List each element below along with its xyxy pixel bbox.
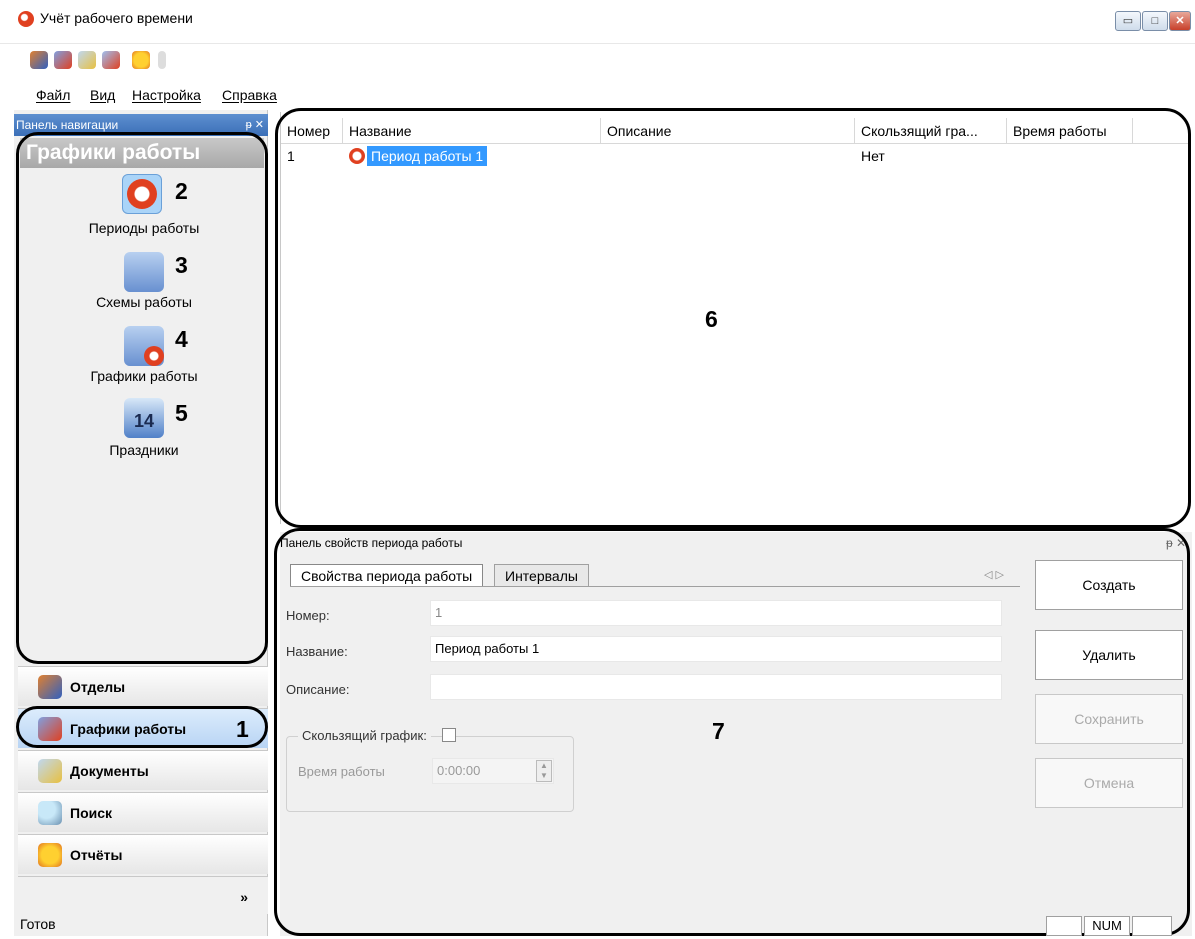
callout-6: 6	[705, 306, 718, 332]
col-name[interactable]: Название	[343, 118, 601, 144]
nav-item-work-periods[interactable]: Периоды работы	[54, 220, 234, 236]
holiday-calendar-icon[interactable]: 14	[124, 398, 164, 438]
pin-close-icon[interactable]: ᵽ ✕	[1166, 536, 1186, 550]
save-button[interactable]: Сохранить	[1035, 694, 1183, 744]
nav-button-departments[interactable]: Отделы	[18, 666, 268, 706]
callout-2: 2	[175, 178, 188, 204]
tab-intervals[interactable]: Интервалы	[494, 564, 589, 586]
name-label: Название:	[286, 644, 348, 659]
properties-panel-title: Панель свойств периода работы	[280, 536, 463, 550]
status-num-indicator: NUM	[1084, 916, 1130, 936]
menu-view[interactable]: Вид	[90, 87, 115, 103]
toolbar	[18, 45, 218, 77]
nav-button-reports[interactable]: Отчёты	[18, 834, 268, 874]
minimize-button[interactable]: ▭	[1115, 11, 1141, 31]
report-icon	[38, 843, 62, 867]
spinner-arrows-icon[interactable]: ▲ ▼	[536, 760, 552, 782]
col-worktime[interactable]: Время работы	[1007, 118, 1133, 144]
nav-item-work-schedules[interactable]: Графики работы	[54, 368, 234, 384]
sliding-checkbox[interactable]	[442, 728, 456, 742]
nav-button-search[interactable]: Поиск	[18, 792, 268, 832]
menu-settings[interactable]: Настройка	[132, 87, 201, 103]
nav-overflow[interactable]: »	[18, 876, 268, 914]
status-cell-empty	[1132, 916, 1172, 936]
callout-outline-grid	[275, 108, 1191, 528]
nav-item-work-schemes[interactable]: Схемы работы	[54, 294, 234, 310]
description-label: Описание:	[286, 682, 350, 697]
calendar-icon[interactable]	[124, 252, 164, 292]
status-cell-empty	[1046, 916, 1082, 936]
nav-panel-header: Панель навигации ᵽ ✕	[14, 114, 268, 136]
overflow-icon[interactable]	[158, 51, 166, 69]
data-grid: Номер Название Описание Скользящий гра..…	[275, 108, 1191, 528]
users-icon[interactable]	[30, 51, 48, 69]
calendar-clock-icon	[38, 717, 62, 741]
sliding-label: Скользящий график:	[298, 728, 431, 743]
grid-header: Номер Название Описание Скользящий гра..…	[281, 112, 1189, 144]
callout-4: 4	[175, 326, 188, 352]
cell-sliding: Нет	[861, 148, 885, 164]
tab-period-properties[interactable]: Свойства периода работы	[290, 564, 484, 586]
nav-button-label: Графики работы	[70, 721, 187, 737]
calendar-clock-icon[interactable]	[124, 326, 164, 366]
tab-scroll-arrows[interactable]: ◁ ▷	[984, 568, 1004, 581]
menu-help[interactable]: Справка	[222, 87, 277, 103]
cell-name[interactable]: Период работы 1	[367, 146, 488, 166]
nav-button-label: Поиск	[70, 805, 113, 821]
col-sliding[interactable]: Скользящий гра...	[855, 118, 1007, 144]
number-field[interactable]: 1	[430, 600, 1002, 626]
menu-file[interactable]: Файл	[36, 87, 70, 103]
tab-divider	[290, 586, 1020, 587]
navigation-panel: Панель навигации ᵽ ✕ Графики работы 2 Пе…	[14, 110, 268, 936]
nav-button-label: Отчёты	[70, 847, 123, 863]
worktime-label: Время работы	[298, 764, 385, 779]
nav-panel-title: Панель навигации	[16, 118, 119, 132]
description-field[interactable]	[430, 674, 1002, 700]
pin-close-icon[interactable]: ᵽ ✕	[246, 114, 264, 136]
cancel-button[interactable]: Отмена	[1035, 758, 1183, 808]
app-clock-icon	[18, 11, 34, 27]
properties-panel: Панель свойств периода работы ᵽ ✕ Свойст…	[274, 528, 1192, 936]
status-text: Готов	[20, 916, 56, 932]
document-icon[interactable]	[78, 51, 96, 69]
col-description[interactable]: Описание	[601, 118, 855, 144]
window-title: Учёт рабочего времени	[40, 10, 193, 26]
callout-1: 1	[236, 716, 249, 742]
number-label: Номер:	[286, 608, 330, 623]
title-bar: Учёт рабочего времени ▭ □ ✕	[0, 0, 1195, 44]
nav-button-label: Отделы	[70, 679, 126, 695]
search-icon	[38, 801, 62, 825]
clock-icon[interactable]	[122, 174, 162, 214]
menu-bar: Файл Вид Настройка Справка	[0, 80, 1195, 108]
cell-number: 1	[287, 148, 295, 164]
nav-button-label: Документы	[70, 763, 149, 779]
report-icon[interactable]	[132, 51, 150, 69]
callout-7: 7	[712, 718, 725, 744]
name-field[interactable]: Период работы 1	[430, 636, 1002, 662]
users-icon	[38, 675, 62, 699]
chevron-more-icon[interactable]: »	[240, 877, 248, 917]
delete-button[interactable]: Удалить	[1035, 630, 1183, 680]
document-icon	[38, 759, 62, 783]
nav-button-work-schedules[interactable]: Графики работы 1	[18, 708, 268, 748]
clock-icon	[349, 148, 365, 164]
close-button[interactable]: ✕	[1169, 11, 1191, 31]
holiday-icon[interactable]	[102, 51, 120, 69]
col-number[interactable]: Номер	[281, 118, 343, 144]
callout-5: 5	[175, 400, 188, 426]
create-button[interactable]: Создать	[1035, 560, 1183, 610]
callout-3: 3	[175, 252, 188, 278]
nav-item-holidays[interactable]: Праздники	[54, 442, 234, 458]
nav-button-documents[interactable]: Документы	[18, 750, 268, 790]
calendar-clock-icon[interactable]	[54, 51, 72, 69]
maximize-button[interactable]: □	[1142, 11, 1168, 31]
nav-section-title: Графики работы	[20, 138, 264, 168]
